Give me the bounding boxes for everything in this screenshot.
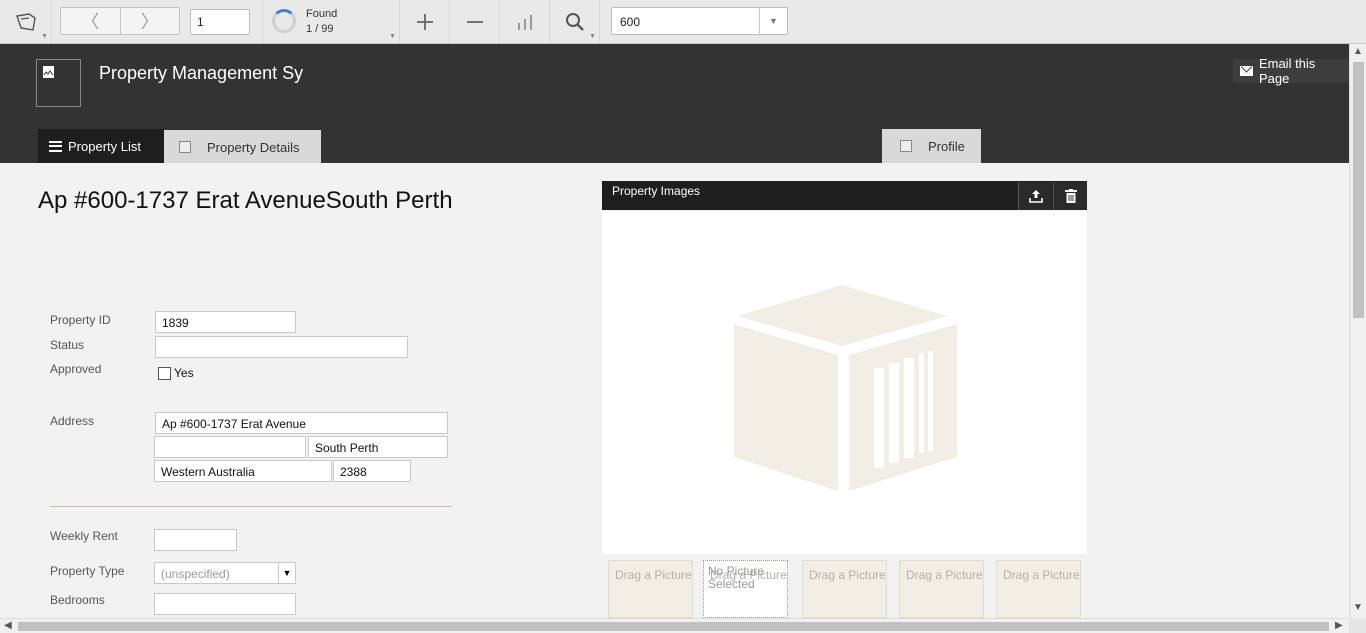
address-line2-field[interactable] bbox=[154, 436, 306, 458]
scroll-up-icon[interactable]: ▲ bbox=[1353, 46, 1363, 57]
scrollbar-corner bbox=[1349, 618, 1366, 633]
image-drop-slot[interactable]: Drag a Picture bbox=[996, 560, 1081, 618]
found-records-indicator[interactable]: Found 1 / 99 ▼ bbox=[262, 0, 400, 43]
next-record-button[interactable]: 〉 bbox=[121, 8, 180, 34]
property-image-container[interactable] bbox=[602, 211, 1087, 554]
horizontal-scrollbar[interactable]: ◀ ▶ bbox=[0, 618, 1349, 633]
tab-property-details[interactable]: Property Details bbox=[164, 130, 321, 164]
property-id-label: Property ID bbox=[50, 313, 111, 327]
tab-profile[interactable]: Profile bbox=[882, 129, 981, 163]
progress-pie-icon bbox=[272, 9, 296, 33]
list-icon bbox=[49, 140, 62, 152]
chart-button[interactable] bbox=[500, 0, 550, 43]
dropdown-icon: ▼ bbox=[589, 33, 596, 40]
scroll-right-icon[interactable]: ▶ bbox=[1335, 620, 1343, 631]
image-drop-slot[interactable]: Drag a Picture bbox=[802, 560, 887, 618]
weekly-rent-field[interactable] bbox=[154, 529, 237, 551]
app-title: Property Management Sy bbox=[99, 63, 304, 83]
delete-image-button[interactable] bbox=[1053, 182, 1087, 210]
new-record-button[interactable] bbox=[400, 0, 450, 43]
email-page-label: Email this Page bbox=[1258, 56, 1316, 86]
next-icon: 〉 bbox=[140, 12, 159, 32]
layout-icon bbox=[15, 12, 36, 31]
no-picture-box-icon bbox=[734, 285, 957, 491]
trash-icon bbox=[1064, 189, 1077, 203]
property-images-header: Property Images bbox=[602, 181, 1087, 210]
tab-label: Property Details bbox=[207, 139, 300, 155]
image-drop-slot[interactable]: Drag a Picture bbox=[899, 560, 984, 618]
scroll-down-icon[interactable]: ▼ bbox=[1353, 602, 1363, 613]
app-toolbar: ▼ 〈 〉 1 Found 1 / 99 ▼ ▼ 600 ▼ bbox=[0, 0, 1366, 44]
record-content: Ap #600-1737 Erat AvenueSouth Perth Prop… bbox=[0, 163, 1349, 618]
approved-option-label: Yes bbox=[174, 366, 194, 380]
chart-icon bbox=[517, 14, 532, 30]
delete-record-button[interactable] bbox=[450, 0, 500, 43]
property-images-title: Property Images bbox=[612, 184, 701, 198]
details-icon bbox=[179, 141, 191, 153]
bedrooms-label: Bedrooms bbox=[50, 593, 105, 607]
scroll-left-icon[interactable]: ◀ bbox=[4, 620, 12, 631]
layout-button[interactable]: ▼ bbox=[0, 0, 52, 43]
image-drop-slot[interactable]: Drag a Picture bbox=[608, 560, 693, 618]
delete-record-icon bbox=[466, 20, 483, 23]
drop-slot-text: Drag a Picture bbox=[615, 568, 692, 582]
no-picture-selected-text: No Picture Selected bbox=[708, 564, 765, 591]
found-label: Found bbox=[306, 8, 338, 20]
profile-icon bbox=[900, 140, 912, 152]
upload-icon bbox=[1028, 190, 1043, 203]
record-navigation: 〈 〉 bbox=[60, 7, 180, 35]
drop-slot-text: Drag a Picture bbox=[906, 568, 983, 582]
status-label: Status bbox=[50, 338, 85, 352]
find-button[interactable]: ▼ bbox=[550, 0, 600, 43]
found-count: 1 / 99 bbox=[306, 23, 334, 35]
app-logo bbox=[36, 59, 81, 107]
previous-record-button[interactable]: 〈 bbox=[61, 8, 121, 34]
tab-label: Profile bbox=[928, 138, 965, 154]
weekly-rent-label: Weekly Rent bbox=[50, 529, 118, 543]
layout-select-value: 600 bbox=[620, 15, 641, 29]
section-divider bbox=[50, 506, 452, 507]
property-type-select[interactable]: (unspecified) ▼ bbox=[154, 562, 296, 584]
chevron-down-icon[interactable]: ▼ bbox=[759, 8, 787, 34]
add-record-icon bbox=[416, 13, 433, 30]
dropdown-icon: ▼ bbox=[389, 33, 396, 40]
image-drop-slot[interactable]: Drag a Picture No Picture Selected bbox=[703, 560, 788, 618]
address-line1-field[interactable]: Ap #600-1737 Erat Avenue bbox=[155, 412, 448, 434]
dropdown-icon: ▼ bbox=[41, 33, 48, 40]
envelope-icon bbox=[1240, 66, 1253, 76]
city-field[interactable]: South Perth bbox=[308, 436, 448, 458]
property-id-field[interactable]: 1839 bbox=[155, 311, 296, 333]
drop-slot-text: Drag a Picture bbox=[809, 568, 886, 582]
chevron-down-icon[interactable]: ▼ bbox=[278, 563, 295, 583]
horizontal-scroll-thumb[interactable] bbox=[18, 622, 1329, 631]
bedrooms-field[interactable] bbox=[154, 593, 296, 615]
postcode-field[interactable]: 2388 bbox=[333, 460, 411, 482]
state-field[interactable]: Western Australia bbox=[154, 460, 332, 482]
tab-property-list[interactable]: Property List bbox=[38, 129, 164, 163]
record-number-input[interactable]: 1 bbox=[190, 9, 250, 35]
layout-select[interactable]: 600 ▼ bbox=[611, 7, 788, 35]
tab-label: Property List bbox=[68, 138, 141, 154]
status-field[interactable] bbox=[155, 336, 408, 358]
app-header: Property Management Sy Email this Page P… bbox=[0, 44, 1349, 164]
vertical-scroll-thumb[interactable] bbox=[1353, 62, 1364, 318]
vertical-scrollbar[interactable]: ▲ ▼ bbox=[1349, 44, 1366, 618]
property-type-value: (unspecified) bbox=[161, 567, 230, 581]
email-page-button[interactable]: Email this Page bbox=[1233, 56, 1349, 86]
record-title: Ap #600-1737 Erat AvenueSouth Perth bbox=[38, 187, 453, 214]
upload-image-button[interactable] bbox=[1018, 182, 1052, 210]
address-label: Address bbox=[50, 414, 95, 428]
property-type-label: Property Type bbox=[50, 564, 125, 578]
drop-slot-text: Drag a Picture bbox=[1003, 568, 1080, 582]
approved-checkbox[interactable] bbox=[158, 367, 171, 380]
search-icon bbox=[565, 12, 584, 31]
approved-label: Approved bbox=[50, 362, 102, 376]
document-icon bbox=[43, 66, 54, 78]
previous-icon: 〈 bbox=[81, 12, 100, 32]
